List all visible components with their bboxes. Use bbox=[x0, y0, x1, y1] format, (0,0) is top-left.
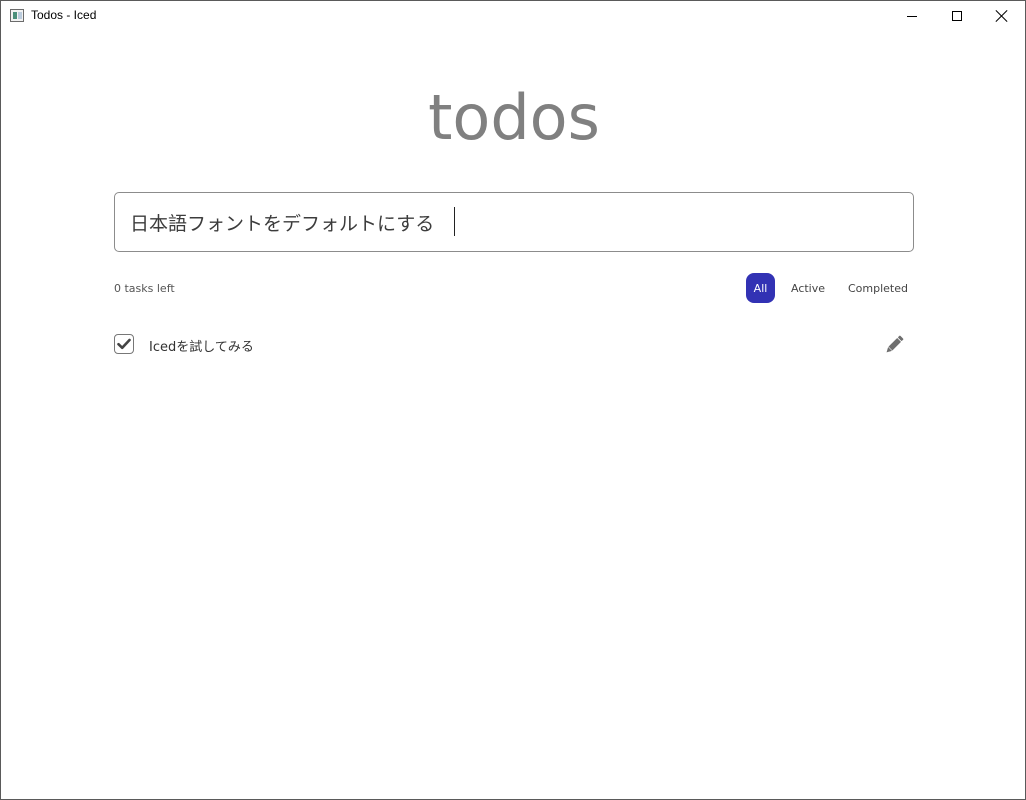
app-icon bbox=[10, 9, 24, 22]
tasks-left-counter: 0 tasks left bbox=[114, 282, 175, 295]
filter-all-label: All bbox=[753, 281, 768, 295]
text-caret bbox=[454, 207, 455, 236]
close-icon bbox=[996, 10, 1008, 22]
new-task-input[interactable] bbox=[114, 192, 914, 252]
edit-task-button[interactable] bbox=[882, 333, 906, 357]
minimize-button[interactable] bbox=[889, 1, 935, 31]
filter-completed-label: Completed bbox=[848, 281, 908, 295]
filter-active-button[interactable]: Active bbox=[785, 273, 831, 303]
title-bar[interactable]: Todos - Iced bbox=[1, 1, 1025, 31]
pencil-icon bbox=[886, 335, 904, 353]
close-button[interactable] bbox=[979, 1, 1025, 31]
app-heading: todos bbox=[428, 81, 600, 154]
task-label: Icedを試してみる bbox=[149, 340, 254, 355]
maximize-button[interactable] bbox=[934, 1, 980, 31]
minimize-icon bbox=[907, 15, 917, 17]
maximize-icon bbox=[952, 11, 962, 21]
window-title: Todos - Iced bbox=[31, 8, 97, 22]
filter-all-button[interactable]: All bbox=[746, 273, 775, 303]
app-window: Todos - Iced todos 0 tasks left All Acti… bbox=[0, 0, 1026, 800]
filter-active-label: Active bbox=[790, 281, 826, 295]
checkmark-icon bbox=[117, 338, 131, 350]
filter-completed-button[interactable]: Completed bbox=[844, 273, 912, 303]
task-checkbox[interactable] bbox=[114, 334, 134, 354]
task-row: Icedを試してみる bbox=[114, 333, 914, 355]
